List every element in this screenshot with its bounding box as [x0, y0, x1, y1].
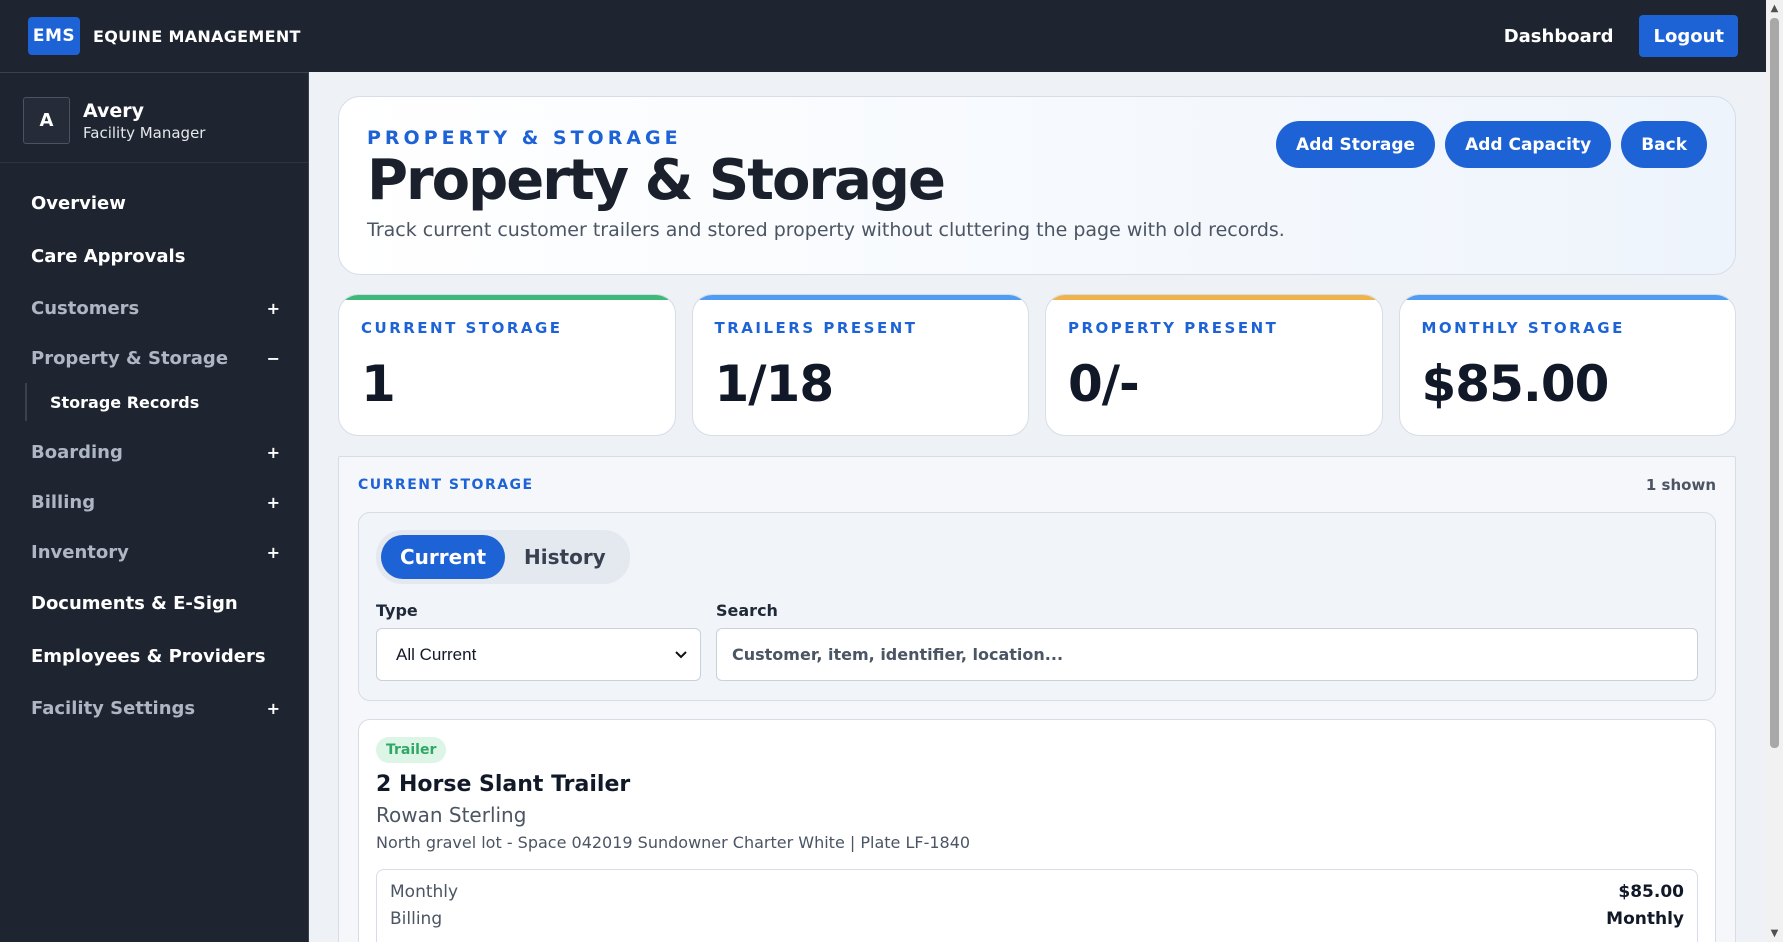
page-subtitle: Track current customer trailers and stor…: [367, 219, 1285, 241]
sidebar-item-label: Documents & E-Sign: [31, 593, 238, 614]
sidebar-item-care-approvals[interactable]: Care Approvals: [0, 230, 308, 283]
add-capacity-button[interactable]: Add Capacity: [1445, 121, 1612, 168]
stat-value: $85.00: [1421, 355, 1610, 413]
type-select-value: All Current: [396, 644, 477, 664]
result-count: 1 shown: [1645, 475, 1716, 494]
type-select[interactable]: All Current: [376, 628, 701, 681]
page-scrollbar[interactable]: ▲ ▼: [1766, 0, 1783, 942]
detail-row: Monthly $85.00: [390, 882, 1684, 909]
stat-value: 1/18: [714, 355, 835, 413]
stat-label: TRAILERS PRESENT: [714, 319, 918, 337]
sidebar-item-label: Property & Storage: [31, 347, 229, 369]
sidebar-item-property-storage[interactable]: Property & Storage −: [0, 333, 308, 383]
expand-icon[interactable]: +: [267, 543, 280, 562]
sidebar-item-inventory[interactable]: Inventory +: [0, 527, 308, 577]
stat-card-current-storage: CURRENT STORAGE 1: [338, 294, 676, 436]
sidebar-item-label: Billing: [31, 491, 96, 513]
detail-value: Monthly: [1606, 909, 1684, 929]
sidebar-subitem-storage-records[interactable]: Storage Records: [25, 383, 308, 421]
search-input[interactable]: Customer, item, identifier, location...: [716, 628, 1698, 681]
stat-card-trailers-present: TRAILERS PRESENT 1/18: [691, 294, 1029, 436]
sidebar-item-label: Overview: [31, 193, 126, 214]
record-details-table: Monthly $85.00 Billing Monthly: [376, 869, 1698, 942]
detail-row: Billing Monthly: [390, 909, 1684, 936]
stat-card-property-present: PROPERTY PRESENT 0/-: [1045, 294, 1383, 436]
record-customer: Rowan Sterling: [376, 803, 527, 827]
sidebar-item-billing[interactable]: Billing +: [0, 477, 308, 527]
sidebar-item-label: Customers: [31, 297, 140, 319]
stat-value: 0/-: [1068, 355, 1140, 413]
tab-history[interactable]: History: [505, 535, 625, 579]
sidebar: A Avery Facility Manager Overview Care A…: [0, 72, 309, 942]
stat-label: CURRENT STORAGE: [361, 319, 563, 337]
detail-value: $85.00: [1618, 882, 1684, 902]
sidebar-item-boarding[interactable]: Boarding +: [0, 427, 308, 477]
scroll-up-icon[interactable]: ▲: [1766, 0, 1783, 17]
stats-row: CURRENT STORAGE 1 TRAILERS PRESENT 1/18 …: [338, 294, 1736, 436]
sidebar-nav: Overview Care Approvals Customers + Prope…: [0, 163, 308, 733]
sidebar-item-label: Boarding: [31, 441, 123, 463]
main-content: PROPERTY & STORAGE Property & Storage Tr…: [310, 72, 1766, 942]
sidebar-item-label: Care Approvals: [31, 246, 186, 267]
header-actions: Add Storage Add Capacity Back: [1276, 121, 1707, 168]
scroll-down-icon[interactable]: ▼: [1766, 925, 1783, 942]
tab-current[interactable]: Current: [381, 535, 506, 579]
stat-label: PROPERTY PRESENT: [1068, 319, 1279, 337]
sidebar-item-label: Facility Settings: [31, 697, 196, 719]
record-title: 2 Horse Slant Trailer: [376, 772, 631, 797]
add-storage-button[interactable]: Add Storage: [1276, 121, 1436, 168]
search-label: Search: [716, 601, 778, 620]
sidebar-item-overview[interactable]: Overview: [0, 177, 308, 230]
sidebar-item-employees[interactable]: Employees & Providers: [0, 630, 308, 683]
collapse-icon[interactable]: −: [267, 349, 280, 368]
type-badge: Trailer: [376, 737, 447, 763]
filter-box: Current History Type All Current Search …: [358, 512, 1716, 701]
sidebar-item-label: Employees & Providers: [31, 646, 266, 667]
user-name: Avery: [83, 99, 145, 122]
expand-icon[interactable]: +: [267, 493, 280, 512]
stat-value: 1: [361, 355, 396, 413]
avatar: A: [23, 97, 70, 144]
expand-icon[interactable]: +: [267, 299, 280, 318]
sidebar-item-customers[interactable]: Customers +: [0, 283, 308, 333]
stat-card-monthly-storage: MONTHLY STORAGE $85.00: [1398, 294, 1736, 436]
logout-button[interactable]: Logout: [1639, 15, 1738, 57]
sidebar-item-documents[interactable]: Documents & E-Sign: [0, 577, 308, 630]
top-bar: EMS EQUINE MANAGEMENT Dashboard Logout: [0, 0, 1766, 72]
user-role: Facility Manager: [83, 123, 206, 142]
user-profile: A Avery Facility Manager: [0, 73, 308, 163]
expand-icon[interactable]: +: [267, 443, 280, 462]
view-toggle: Current History: [376, 530, 630, 584]
stat-label: MONTHLY STORAGE: [1421, 319, 1625, 337]
record-detail: North gravel lot - Space 042019 Sundowne…: [376, 833, 971, 852]
sidebar-item-label: Inventory: [31, 541, 129, 563]
brand-name: EQUINE MANAGEMENT: [93, 26, 301, 46]
expand-icon[interactable]: +: [267, 699, 280, 718]
storage-panel: CURRENT STORAGE 1 shown Current History …: [338, 456, 1736, 942]
top-nav: Dashboard Logout: [1504, 15, 1738, 57]
panel-title: CURRENT STORAGE: [358, 476, 534, 493]
scroll-thumb[interactable]: [1770, 18, 1779, 748]
detail-key: Monthly: [390, 882, 459, 902]
chevron-down-icon: [675, 650, 687, 658]
dashboard-link[interactable]: Dashboard: [1504, 26, 1614, 47]
detail-key: Billing: [390, 909, 443, 929]
storage-record-card[interactable]: Trailer 2 Horse Slant Trailer Rowan Ster…: [358, 719, 1716, 942]
type-label: Type: [376, 601, 418, 620]
sidebar-item-facility-settings[interactable]: Facility Settings +: [0, 683, 308, 733]
back-button[interactable]: Back: [1621, 121, 1707, 168]
logo[interactable]: EMS: [28, 17, 80, 55]
page-header: PROPERTY & STORAGE Property & Storage Tr…: [338, 96, 1736, 275]
